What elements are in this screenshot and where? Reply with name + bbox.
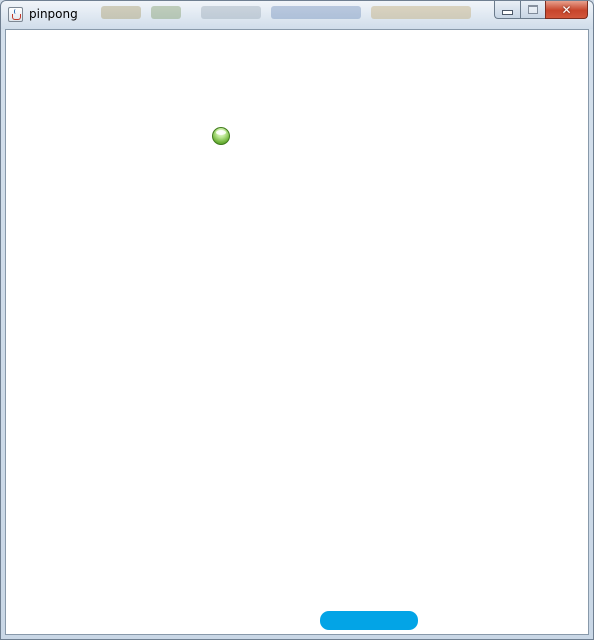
background-blur xyxy=(371,6,471,19)
game-canvas[interactable] xyxy=(7,31,587,633)
ball xyxy=(212,127,230,145)
maximize-icon xyxy=(528,5,538,14)
background-blur xyxy=(201,6,261,19)
background-blur xyxy=(271,6,361,19)
window-controls: ✕ xyxy=(494,1,588,20)
close-button[interactable]: ✕ xyxy=(545,1,588,19)
background-blur xyxy=(151,6,181,19)
minimize-icon xyxy=(502,10,513,15)
minimize-button[interactable] xyxy=(494,1,520,19)
java-cup-mark xyxy=(12,14,21,20)
window-title: pinpong xyxy=(29,7,78,21)
close-icon: ✕ xyxy=(561,2,572,17)
background-blur xyxy=(101,6,141,19)
java-app-icon[interactable] xyxy=(8,7,23,22)
paddle[interactable] xyxy=(320,611,418,630)
maximize-button[interactable] xyxy=(520,1,545,19)
client-frame xyxy=(5,29,589,635)
title-bar[interactable]: pinpong ✕ xyxy=(1,1,593,29)
app-window: pinpong ✕ xyxy=(0,0,594,640)
